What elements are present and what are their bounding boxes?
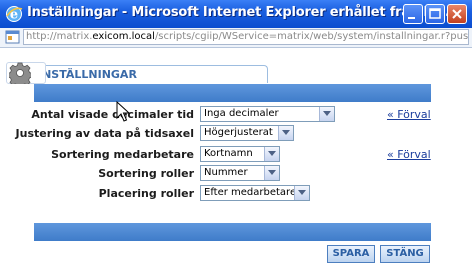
setting-label-role-placement: Placering roller [98, 187, 194, 200]
chevron-down-icon [319, 107, 334, 121]
close-icon [452, 9, 462, 19]
title-bar[interactable]: e Inställningar - Microsoft Internet Exp… [0, 0, 472, 29]
gear-icon [9, 62, 31, 84]
panel-header-bar [34, 84, 431, 102]
url-path: /scripts/cgiip/WService=matrix/web/syste… [154, 31, 469, 42]
page-content: INSTÄLLNINGAR Antal visade decimaler tid… [0, 48, 472, 267]
reset-decimals-link[interactable]: « Förval [387, 108, 431, 121]
chevron-down-icon [294, 186, 309, 200]
decimals-select[interactable]: Inga decimaler [200, 106, 335, 122]
panel-footer-bar [34, 223, 431, 241]
mouse-cursor-icon [116, 101, 130, 122]
role-placement-select[interactable]: Efter medarbetare [200, 185, 310, 201]
close-window-button[interactable] [447, 4, 467, 24]
role-sort-select[interactable]: Nummer [200, 165, 280, 181]
employee-sort-select[interactable]: Kortnamn [200, 146, 280, 162]
decimals-value: Inga decimaler [204, 108, 279, 119]
chevron-down-icon [264, 147, 279, 161]
chevron-down-icon [278, 126, 293, 140]
setting-label-alignment: Justering av data på tidsaxel [15, 127, 194, 140]
minimize-button[interactable] [403, 4, 423, 24]
url-field[interactable]: http://matrix.exicom.local/scripts/cgiip… [23, 29, 469, 45]
minimize-icon [408, 17, 415, 19]
window-title: Inställningar - Microsoft Internet Explo… [27, 5, 455, 20]
tab-label: INSTÄLLNINGAR [38, 68, 137, 81]
alignment-select[interactable]: Högerjusterat [200, 125, 294, 141]
tab-installningar[interactable]: INSTÄLLNINGAR [34, 65, 268, 83]
employee-sort-value: Kortnamn [204, 148, 253, 159]
page-icon [5, 30, 20, 44]
chevron-down-icon [264, 166, 279, 180]
role-placement-value: Efter medarbetare [204, 187, 297, 198]
url-host: exicom.local [92, 31, 155, 42]
reset-employee-sort-link[interactable]: « Förval [387, 148, 431, 161]
role-sort-value: Nummer [204, 167, 248, 178]
maximize-button[interactable] [425, 4, 445, 24]
setting-label-decimals: Antal visade decimaler tid [31, 108, 194, 121]
alignment-value: Högerjusterat [204, 127, 273, 138]
close-button[interactable]: STÄNG [380, 245, 430, 263]
setting-label-role-sort: Sortering roller [98, 167, 194, 180]
url-prefix: http://matrix. [26, 31, 93, 42]
setting-label-employee-sort: Sortering medarbetare [51, 148, 194, 161]
save-button[interactable]: SPARA [327, 245, 375, 263]
ie-icon: e [6, 6, 23, 23]
maximize-icon [429, 8, 441, 19]
address-bar: http://matrix.exicom.local/scripts/cgiip… [0, 28, 472, 48]
